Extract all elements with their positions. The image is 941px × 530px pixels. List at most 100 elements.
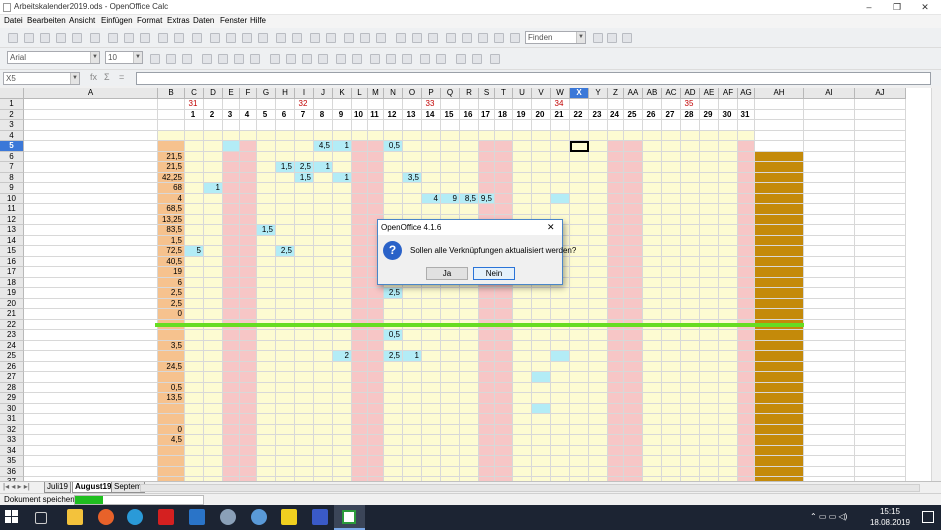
grid-cell[interactable] [204,435,223,446]
grid-cell[interactable] [223,99,240,110]
hours-cell[interactable]: 9,5 [479,193,495,204]
grid-cell[interactable] [570,466,589,477]
grid-cell[interactable] [755,351,804,362]
grid-cell[interactable] [495,330,513,341]
grid-cell[interactable] [681,288,700,299]
grid-cell[interactable] [460,162,479,173]
grid-cell[interactable] [460,351,479,362]
grid-cell[interactable] [855,172,906,183]
grid-cell[interactable] [513,361,532,372]
grid-cell[interactable] [240,225,257,236]
grid-cell[interactable] [589,267,608,278]
grid-cell[interactable] [223,225,240,236]
grid-cell[interactable] [403,151,422,162]
grid-cell[interactable] [257,204,276,215]
format-button-icon[interactable] [352,54,362,64]
grid-cell[interactable] [223,456,240,467]
grid-cell[interactable] [403,141,422,152]
grid-cell[interactable] [624,151,643,162]
grid-cell[interactable] [204,393,223,404]
grid-cell[interactable] [700,361,719,372]
grid-cell[interactable] [276,340,295,351]
toolbar-button-icon[interactable] [510,33,520,43]
grid-cell[interactable] [460,151,479,162]
grid-cell[interactable] [589,193,608,204]
grid-cell[interactable] [295,351,314,362]
grid-cell[interactable] [804,193,855,204]
grid-cell[interactable] [643,277,662,288]
grid-cell[interactable] [314,235,333,246]
grid-cell[interactable] [368,466,384,477]
grid-cell[interactable] [608,298,624,309]
grid-cell[interactable] [257,361,276,372]
grid-cell[interactable] [204,445,223,456]
format-button-icon[interactable] [166,54,176,64]
grid-cell[interactable] [403,435,422,446]
grid-cell[interactable] [276,403,295,414]
grid-cell[interactable] [24,109,158,120]
grid-cell[interactable] [662,172,681,183]
grid-cell[interactable] [551,445,570,456]
grid-cell[interactable] [495,456,513,467]
toolbar-button-icon[interactable] [8,33,18,43]
toolbar-button-icon[interactable] [326,33,336,43]
grid-cell[interactable] [681,225,700,236]
grid-cell[interactable] [24,466,158,477]
grid-cell[interactable] [532,172,551,183]
grid-cell[interactable] [804,109,855,120]
grid-cell[interactable] [257,172,276,183]
grid-cell[interactable] [441,393,460,404]
format-button-icon[interactable] [370,54,380,64]
grid-cell[interactable] [403,183,422,194]
grid-cell[interactable] [719,204,738,215]
grid-cell[interactable] [460,141,479,152]
grid-cell[interactable] [24,162,158,173]
grid-cell[interactable] [719,246,738,257]
grid-cell[interactable] [295,445,314,456]
hours-cell[interactable]: 5 [185,246,204,257]
grid-cell[interactable] [513,351,532,362]
grid-cell[interactable] [643,141,662,152]
hours-cell[interactable]: 0,5 [384,141,403,152]
grid-cell[interactable] [314,225,333,236]
grid-cell[interactable] [662,351,681,362]
grid-cell[interactable] [24,361,158,372]
grid-cell[interactable] [352,456,368,467]
grid-cell[interactable] [158,372,185,383]
grid-cell[interactable] [589,435,608,446]
grid-cell[interactable] [719,298,738,309]
grid-cell[interactable] [295,298,314,309]
hours-total-cell[interactable]: 1,5 [158,235,185,246]
grid-cell[interactable] [804,456,855,467]
grid-cell[interactable] [295,361,314,372]
grid-cell[interactable] [352,267,368,278]
grid-cell[interactable] [185,403,204,414]
grid-cell[interactable] [460,120,479,131]
grid-cell[interactable] [624,403,643,414]
grid-cell[interactable] [240,351,257,362]
grid-cell[interactable] [738,361,755,372]
grid-cell[interactable] [24,351,158,362]
grid-cell[interactable] [223,435,240,446]
grid-cell[interactable] [204,351,223,362]
grid-cell[interactable] [384,120,403,131]
grid-cell[interactable] [681,393,700,404]
grid-cell[interactable] [624,235,643,246]
grid-cell[interactable] [551,298,570,309]
hours-total-cell[interactable]: 40,5 [158,256,185,267]
grid-cell[interactable] [223,193,240,204]
grid-cell[interactable] [158,466,185,477]
grid-cell[interactable] [276,330,295,341]
grid-cell[interactable] [295,403,314,414]
grid-cell[interactable] [158,351,185,362]
grid-cell[interactable] [608,172,624,183]
grid-cell[interactable] [257,193,276,204]
grid-cell[interactable] [403,193,422,204]
format-button-icon[interactable] [250,54,260,64]
grid-cell[interactable] [403,466,422,477]
grid-cell[interactable] [608,330,624,341]
row-header[interactable]: 13 [0,225,24,236]
grid-cell[interactable] [681,330,700,341]
grid-cell[interactable] [700,183,719,194]
grid-cell[interactable] [608,162,624,173]
